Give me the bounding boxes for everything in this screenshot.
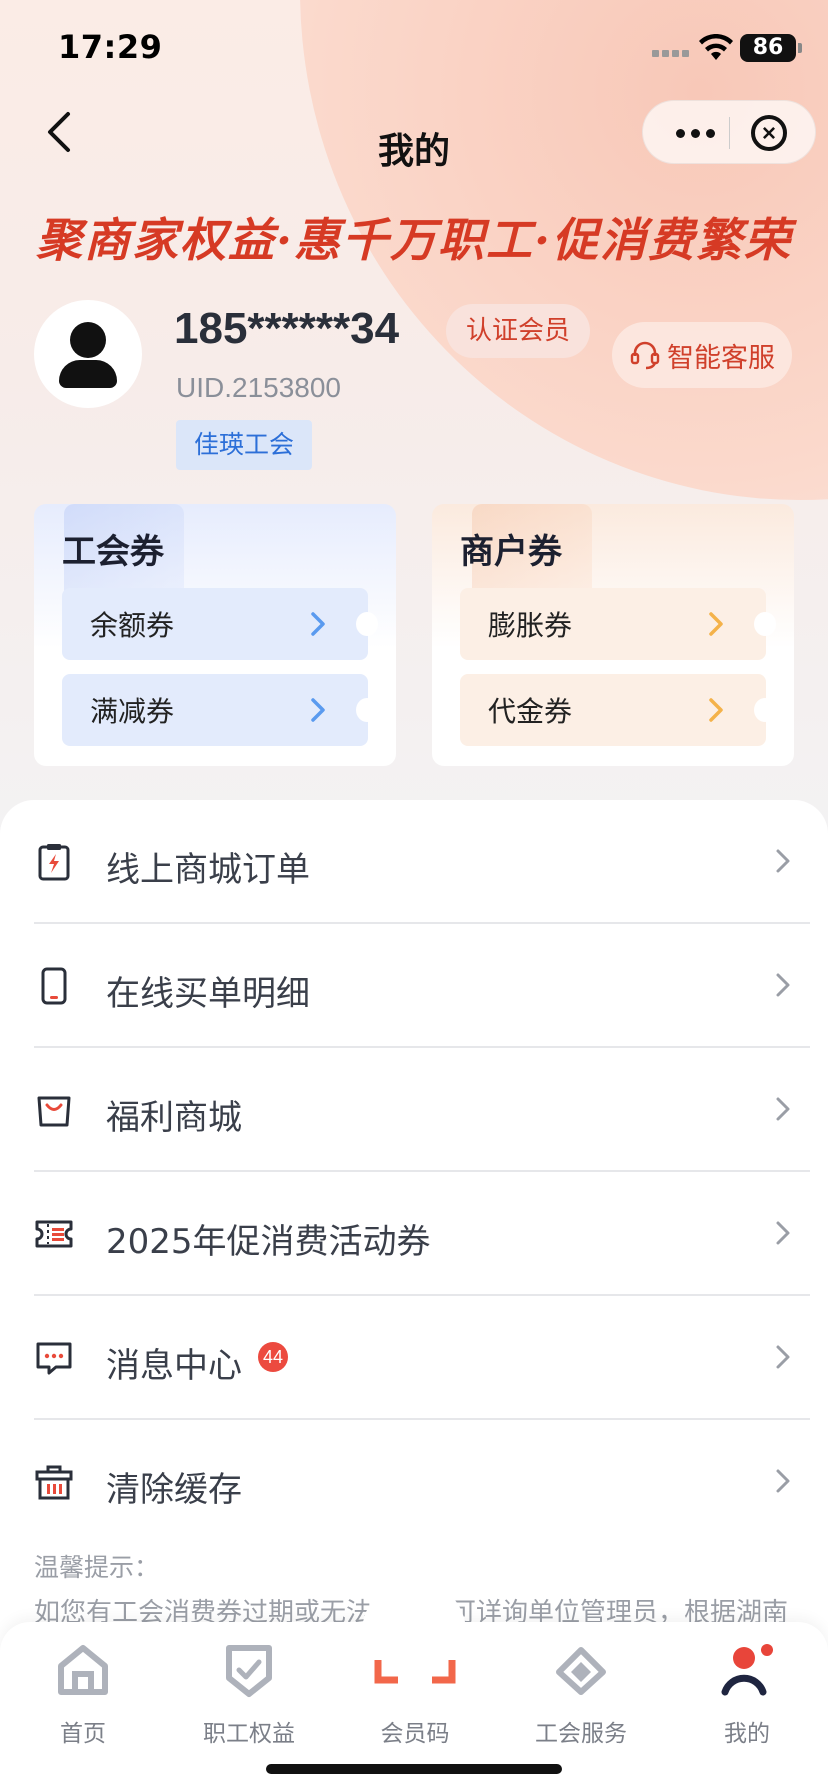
chevron-right-icon <box>776 1469 790 1493</box>
page: 17:29 86 我的 聚商家权益·惠千万职工·促消费繁荣 185******3… <box>0 0 828 1792</box>
menu-item-label: 2025年促消费活动券 <box>106 1222 431 1262</box>
chevron-right-icon <box>311 612 325 636</box>
coupon-row-balance[interactable]: 余额券 <box>62 588 378 660</box>
home-indicator <box>266 1764 562 1774</box>
tab-label: 工会服务 <box>535 1721 627 1747</box>
chevron-right-icon <box>776 1221 790 1245</box>
shield-check-icon <box>226 1645 272 1697</box>
home-icon <box>58 1645 108 1695</box>
coupon-row-label: 代金券 <box>488 695 573 728</box>
union-coupon-card: 工会券 余额券 满减券 <box>34 504 396 766</box>
chevron-right-icon <box>311 698 325 722</box>
avatar-body <box>59 360 117 388</box>
coupon-row-label: 余额券 <box>90 609 175 642</box>
coupon-row-voucher[interactable]: 代金券 <box>460 674 776 746</box>
menu-item-label: 消息中心 <box>106 1346 242 1386</box>
menu-item-activity-coupons[interactable]: 2025年促消费活动券 <box>34 1172 810 1296</box>
user-phone: 185******34 <box>174 304 400 353</box>
user-uid: UID.2153800 <box>176 372 342 403</box>
union-tag[interactable]: 佳瑛工会 <box>176 420 313 470</box>
tab-label: 职工权益 <box>203 1721 295 1747</box>
user-icon <box>721 1644 773 1696</box>
slogan-banner: 聚商家权益·惠千万职工·促消费繁荣 <box>35 213 793 267</box>
chevron-right-icon <box>776 1097 790 1121</box>
broom-basket-icon <box>35 1465 73 1500</box>
menu-item-message-center[interactable]: 消息中心 44 <box>34 1296 810 1420</box>
ticket-notch <box>356 698 378 722</box>
menu-item-label: 在线买单明细 <box>106 974 310 1014</box>
chevron-right-icon <box>776 973 790 997</box>
phone-icon <box>41 967 67 1005</box>
chevron-right-icon <box>709 698 723 722</box>
tab-mine[interactable]: 我的 <box>664 1622 828 1772</box>
menu-item-label: 福利商城 <box>106 1098 242 1138</box>
smart-service-label: 智能客服 <box>667 342 775 374</box>
handshake-icon <box>556 1647 606 1695</box>
tab-worker-rights[interactable]: 职工权益 <box>166 1622 332 1772</box>
coupon-row-expansion[interactable]: 膨胀券 <box>460 588 776 660</box>
message-icon <box>36 1342 72 1375</box>
menu-item-clear-cache[interactable]: 清除缓存 <box>34 1420 810 1544</box>
wifi-icon <box>699 34 733 60</box>
capsule-divider <box>729 117 730 149</box>
menu-item-label: 线上商城订单 <box>106 850 310 890</box>
chevron-right-icon <box>776 1345 790 1369</box>
union-coupon-title: 工会券 <box>62 532 164 572</box>
avatar[interactable] <box>34 300 142 408</box>
headset-icon <box>630 341 660 370</box>
tips-title: 温馨提示： <box>34 1553 160 1582</box>
tab-label: 我的 <box>724 1721 770 1747</box>
tab-label: 会员码 <box>380 1721 450 1747</box>
ticket-notch <box>754 612 776 636</box>
menu-item-welfare-mall[interactable]: 福利商城 <box>34 1048 810 1172</box>
unread-badge: 44 <box>258 1342 288 1372</box>
coupon-row-label: 满减券 <box>90 695 175 728</box>
smart-service-button[interactable]: 智能客服 <box>612 322 792 388</box>
more-icon[interactable] <box>665 101 725 165</box>
tab-union-service[interactable]: 工会服务 <box>498 1622 664 1772</box>
ticket-notch <box>754 698 776 722</box>
menu-item-online-orders[interactable]: 线上商城订单 <box>34 800 810 924</box>
menu-item-label: 清除缓存 <box>106 1470 242 1510</box>
status-time: 17:29 <box>58 28 163 66</box>
signal-icon <box>652 50 692 58</box>
merchant-coupon-card: 商户券 膨胀券 代金券 <box>432 504 794 766</box>
close-icon[interactable] <box>751 115 787 151</box>
certified-member-badge: 认证会员 <box>446 304 591 358</box>
coupon-row-label: 膨胀券 <box>488 609 573 642</box>
order-clipboard-icon <box>38 844 70 881</box>
merchant-coupon-title: 商户券 <box>460 532 562 572</box>
shopping-bag-icon <box>37 1096 71 1127</box>
chevron-right-icon <box>776 849 790 873</box>
menu-item-payment-details[interactable]: 在线买单明细 <box>34 924 810 1048</box>
ticket-notch <box>356 612 378 636</box>
avatar-head <box>70 322 106 358</box>
tab-label: 首页 <box>60 1721 106 1747</box>
tab-home[interactable]: 首页 <box>0 1622 166 1772</box>
ticket-icon <box>35 1220 73 1248</box>
battery-icon: 86 <box>740 34 802 62</box>
mini-program-capsule <box>642 100 816 164</box>
chevron-right-icon <box>709 612 723 636</box>
coupon-row-discount[interactable]: 满减券 <box>62 674 378 746</box>
